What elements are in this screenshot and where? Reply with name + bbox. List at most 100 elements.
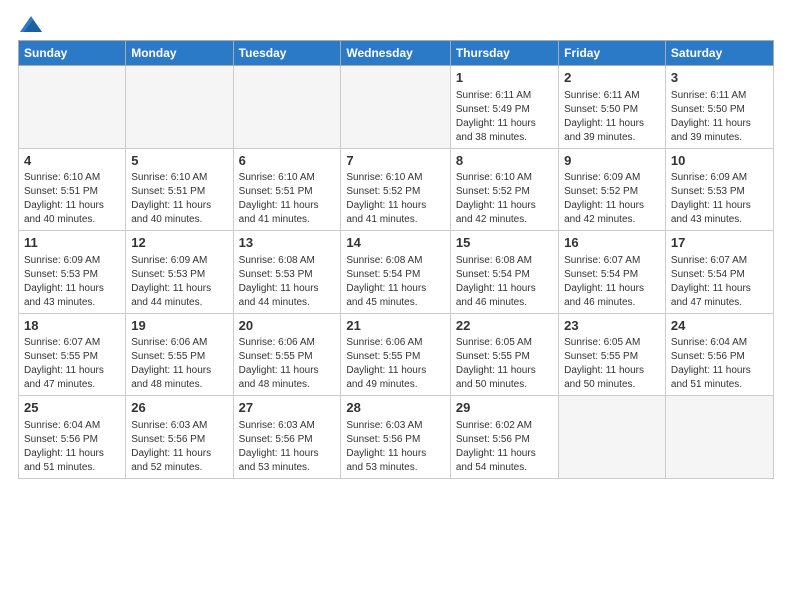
day-info: Sunrise: 6:11 AM Sunset: 5:49 PM Dayligh… xyxy=(456,89,553,145)
day-number: 12 xyxy=(131,234,227,252)
calendar-cell: 20Sunrise: 6:06 AM Sunset: 5:55 PM Dayli… xyxy=(233,313,341,396)
calendar-cell: 23Sunrise: 6:05 AM Sunset: 5:55 PM Dayli… xyxy=(559,313,666,396)
day-info: Sunrise: 6:04 AM Sunset: 5:56 PM Dayligh… xyxy=(24,419,120,475)
day-info: Sunrise: 6:08 AM Sunset: 5:53 PM Dayligh… xyxy=(239,254,336,310)
day-info: Sunrise: 6:06 AM Sunset: 5:55 PM Dayligh… xyxy=(346,336,445,392)
calendar-cell: 8Sunrise: 6:10 AM Sunset: 5:52 PM Daylig… xyxy=(450,148,558,231)
logo-area xyxy=(18,16,42,32)
day-info: Sunrise: 6:02 AM Sunset: 5:56 PM Dayligh… xyxy=(456,419,553,475)
calendar-cell: 24Sunrise: 6:04 AM Sunset: 5:56 PM Dayli… xyxy=(665,313,773,396)
calendar-cell: 17Sunrise: 6:07 AM Sunset: 5:54 PM Dayli… xyxy=(665,231,773,314)
day-number: 23 xyxy=(564,317,660,335)
calendar-cell: 10Sunrise: 6:09 AM Sunset: 5:53 PM Dayli… xyxy=(665,148,773,231)
day-info: Sunrise: 6:10 AM Sunset: 5:51 PM Dayligh… xyxy=(239,171,336,227)
calendar-cell: 2 Sunrise: 6:11 AM Sunset: 5:50 PM Daylig… xyxy=(559,66,666,149)
day-number: 13 xyxy=(239,234,336,252)
page: SundayMondayTuesdayWednesdayThursdayFrid… xyxy=(0,0,792,612)
day-number: 29 xyxy=(456,399,553,417)
calendar-day-header: Sunday xyxy=(19,41,126,66)
calendar-cell: 12 Sunrise: 6:09 AM Sunset: 5:53 PM Dayli… xyxy=(126,231,233,314)
calendar-cell: 19Sunrise: 6:06 AM Sunset: 5:55 PM Dayli… xyxy=(126,313,233,396)
day-number: 6 xyxy=(239,152,336,170)
day-number: 15 xyxy=(456,234,553,252)
calendar-cell: 29 Sunrise: 6:02 AM Sunset: 5:56 PM Dayli… xyxy=(450,396,558,479)
calendar-cell: 25 Sunrise: 6:04 AM Sunset: 5:56 PM Dayli… xyxy=(19,396,126,479)
day-info: Sunrise: 6:08 AM Sunset: 5:54 PM Dayligh… xyxy=(346,254,445,310)
day-number: 9 xyxy=(564,152,660,170)
calendar-day-header: Tuesday xyxy=(233,41,341,66)
calendar-cell: 13 Sunrise: 6:08 AM Sunset: 5:53 PM Dayli… xyxy=(233,231,341,314)
day-number: 14 xyxy=(346,234,445,252)
calendar-cell: 16 Sunrise: 6:07 AM Sunset: 5:54 PM Dayli… xyxy=(559,231,666,314)
day-number: 3 xyxy=(671,69,768,87)
day-number: 25 xyxy=(24,399,120,417)
calendar-cell: 14 Sunrise: 6:08 AM Sunset: 5:54 PM Dayli… xyxy=(341,231,451,314)
day-info: Sunrise: 6:05 AM Sunset: 5:55 PM Dayligh… xyxy=(564,336,660,392)
calendar-cell: 26 Sunrise: 6:03 AM Sunset: 5:56 PM Dayli… xyxy=(126,396,233,479)
calendar-day-header: Thursday xyxy=(450,41,558,66)
day-info: Sunrise: 6:06 AM Sunset: 5:55 PM Dayligh… xyxy=(239,336,336,392)
day-info: Sunrise: 6:07 AM Sunset: 5:54 PM Dayligh… xyxy=(564,254,660,310)
calendar-cell: 22Sunrise: 6:05 AM Sunset: 5:55 PM Dayli… xyxy=(450,313,558,396)
day-number: 8 xyxy=(456,152,553,170)
day-number: 10 xyxy=(671,152,768,170)
day-number: 11 xyxy=(24,234,120,252)
day-info: Sunrise: 6:03 AM Sunset: 5:56 PM Dayligh… xyxy=(346,419,445,475)
calendar-cell: 1 Sunrise: 6:11 AM Sunset: 5:49 PM Daylig… xyxy=(450,66,558,149)
calendar-cell: 7Sunrise: 6:10 AM Sunset: 5:52 PM Daylig… xyxy=(341,148,451,231)
day-number: 16 xyxy=(564,234,660,252)
calendar-day-header: Monday xyxy=(126,41,233,66)
day-number: 20 xyxy=(239,317,336,335)
day-number: 26 xyxy=(131,399,227,417)
calendar-week-row: 18Sunrise: 6:07 AM Sunset: 5:55 PM Dayli… xyxy=(19,313,774,396)
calendar-cell: 9Sunrise: 6:09 AM Sunset: 5:52 PM Daylig… xyxy=(559,148,666,231)
calendar-cell: 21Sunrise: 6:06 AM Sunset: 5:55 PM Dayli… xyxy=(341,313,451,396)
calendar-week-row: 11 Sunrise: 6:09 AM Sunset: 5:53 PM Dayli… xyxy=(19,231,774,314)
calendar-cell xyxy=(341,66,451,149)
day-number: 4 xyxy=(24,152,120,170)
day-info: Sunrise: 6:11 AM Sunset: 5:50 PM Dayligh… xyxy=(671,89,768,145)
day-info: Sunrise: 6:07 AM Sunset: 5:55 PM Dayligh… xyxy=(24,336,120,392)
day-info: Sunrise: 6:10 AM Sunset: 5:52 PM Dayligh… xyxy=(346,171,445,227)
calendar-cell: 15 Sunrise: 6:08 AM Sunset: 5:54 PM Dayli… xyxy=(450,231,558,314)
calendar-cell xyxy=(19,66,126,149)
day-info: Sunrise: 6:06 AM Sunset: 5:55 PM Dayligh… xyxy=(131,336,227,392)
calendar-cell: 28Sunrise: 6:03 AM Sunset: 5:56 PM Dayli… xyxy=(341,396,451,479)
calendar-cell xyxy=(559,396,666,479)
day-number: 19 xyxy=(131,317,227,335)
day-info: Sunrise: 6:09 AM Sunset: 5:52 PM Dayligh… xyxy=(564,171,660,227)
day-info: Sunrise: 6:11 AM Sunset: 5:50 PM Dayligh… xyxy=(564,89,660,145)
calendar-cell xyxy=(233,66,341,149)
day-number: 5 xyxy=(131,152,227,170)
calendar-cell: 27 Sunrise: 6:03 AM Sunset: 5:56 PM Dayli… xyxy=(233,396,341,479)
calendar-cell: 3 Sunrise: 6:11 AM Sunset: 5:50 PM Daylig… xyxy=(665,66,773,149)
day-info: Sunrise: 6:10 AM Sunset: 5:51 PM Dayligh… xyxy=(131,171,227,227)
day-info: Sunrise: 6:03 AM Sunset: 5:56 PM Dayligh… xyxy=(239,419,336,475)
calendar-day-header: Wednesday xyxy=(341,41,451,66)
day-number: 2 xyxy=(564,69,660,87)
calendar-week-row: 25 Sunrise: 6:04 AM Sunset: 5:56 PM Dayli… xyxy=(19,396,774,479)
calendar-cell xyxy=(665,396,773,479)
header xyxy=(18,16,774,32)
calendar-cell: 11 Sunrise: 6:09 AM Sunset: 5:53 PM Dayli… xyxy=(19,231,126,314)
day-number: 18 xyxy=(24,317,120,335)
calendar-cell: 18Sunrise: 6:07 AM Sunset: 5:55 PM Dayli… xyxy=(19,313,126,396)
calendar-cell: 5Sunrise: 6:10 AM Sunset: 5:51 PM Daylig… xyxy=(126,148,233,231)
day-info: Sunrise: 6:09 AM Sunset: 5:53 PM Dayligh… xyxy=(671,171,768,227)
calendar-day-header: Friday xyxy=(559,41,666,66)
day-number: 27 xyxy=(239,399,336,417)
day-info: Sunrise: 6:09 AM Sunset: 5:53 PM Dayligh… xyxy=(24,254,120,310)
day-info: Sunrise: 6:04 AM Sunset: 5:56 PM Dayligh… xyxy=(671,336,768,392)
calendar-week-row: 4 Sunrise: 6:10 AM Sunset: 5:51 PM Daylig… xyxy=(19,148,774,231)
calendar-week-row: 1 Sunrise: 6:11 AM Sunset: 5:49 PM Daylig… xyxy=(19,66,774,149)
day-number: 21 xyxy=(346,317,445,335)
calendar-cell: 6Sunrise: 6:10 AM Sunset: 5:51 PM Daylig… xyxy=(233,148,341,231)
day-number: 24 xyxy=(671,317,768,335)
day-info: Sunrise: 6:03 AM Sunset: 5:56 PM Dayligh… xyxy=(131,419,227,475)
calendar-cell: 4Sunrise: 6:10 AM Sunset: 5:51 PM Daylig… xyxy=(19,148,126,231)
calendar-day-header: Saturday xyxy=(665,41,773,66)
day-info: Sunrise: 6:09 AM Sunset: 5:53 PM Dayligh… xyxy=(131,254,227,310)
day-number: 22 xyxy=(456,317,553,335)
day-info: Sunrise: 6:08 AM Sunset: 5:54 PM Dayligh… xyxy=(456,254,553,310)
day-number: 1 xyxy=(456,69,553,87)
